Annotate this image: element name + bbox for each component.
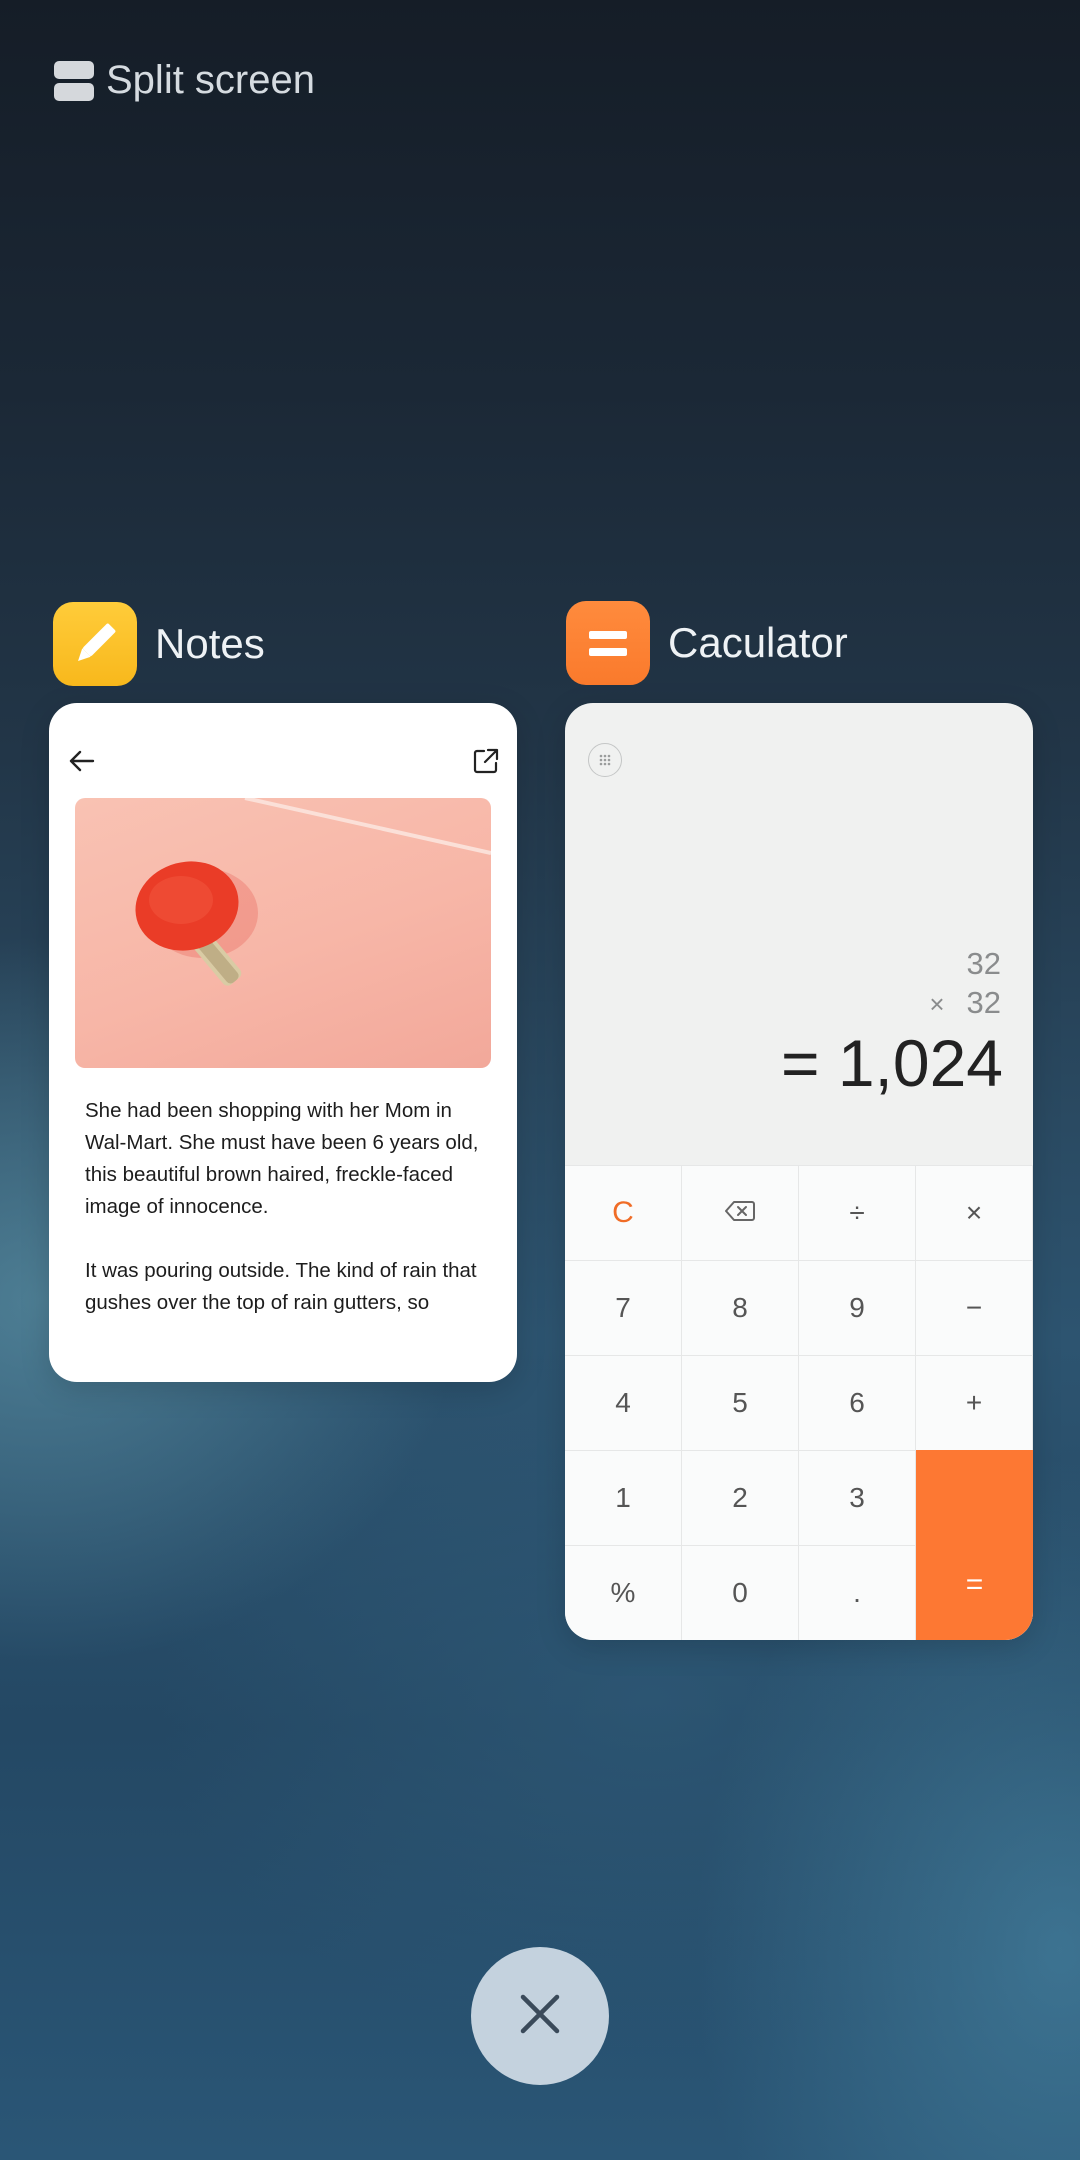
expression-line: × 32 xyxy=(929,985,1001,1021)
calculator-app-name: Caculator xyxy=(668,619,848,666)
ping-pong-paddle-image xyxy=(75,798,491,1068)
seven-key[interactable]: 7 xyxy=(565,1260,682,1355)
five-key[interactable]: 5 xyxy=(682,1355,799,1450)
operand-1: 32 xyxy=(966,946,1001,981)
split-screen-icon xyxy=(54,60,94,101)
calculator-keypad: C ÷ × 7 8 9 − 4 5 6 + 1 2 3 = % 0 . xyxy=(565,1165,1033,1640)
equals-key[interactable]: = xyxy=(916,1450,1033,1640)
clear-key[interactable]: C xyxy=(565,1165,682,1260)
dot-key[interactable]: . xyxy=(799,1545,916,1640)
percent-key[interactable]: % xyxy=(565,1545,682,1640)
notes-paragraph: It was pouring outside. The kind of rain… xyxy=(85,1259,477,1314)
divide-key[interactable]: ÷ xyxy=(799,1165,916,1260)
calculator-app-card[interactable]: 32 × 32 = 1,024 C ÷ × 7 8 9 − 4 5 6 + 1 2… xyxy=(565,703,1033,1640)
notes-app-card[interactable]: She had been shopping with her Mom in Wa… xyxy=(49,703,517,1382)
calculator-icon xyxy=(566,601,650,685)
operand-2: 32 xyxy=(966,985,1001,1020)
notes-app-header[interactable]: Notes xyxy=(53,602,265,686)
one-key[interactable]: 1 xyxy=(565,1450,682,1545)
operator: × xyxy=(929,989,945,1019)
multiply-key[interactable]: × xyxy=(916,1165,1033,1260)
plus-key[interactable]: + xyxy=(916,1355,1033,1450)
close-icon xyxy=(518,1992,562,2041)
share-icon[interactable] xyxy=(471,746,501,781)
notes-paragraph: She had been shopping with her Mom in Wa… xyxy=(85,1099,479,1218)
calculator-app-header[interactable]: Caculator xyxy=(566,601,848,685)
six-key[interactable]: 6 xyxy=(799,1355,916,1450)
three-key[interactable]: 3 xyxy=(799,1450,916,1545)
two-key[interactable]: 2 xyxy=(682,1450,799,1545)
close-all-button[interactable] xyxy=(471,1947,609,2085)
split-screen-button[interactable]: Split screen xyxy=(54,58,315,103)
notes-pencil-icon xyxy=(53,602,137,686)
zero-key[interactable]: 0 xyxy=(682,1545,799,1640)
minus-key[interactable]: − xyxy=(916,1260,1033,1355)
calculator-display: 32 × 32 = 1,024 xyxy=(565,703,1033,1165)
back-arrow-icon[interactable] xyxy=(67,746,97,781)
nine-key[interactable]: 9 xyxy=(799,1260,916,1355)
menu-dots-icon[interactable] xyxy=(588,743,622,777)
eight-key[interactable]: 8 xyxy=(682,1260,799,1355)
four-key[interactable]: 4 xyxy=(565,1355,682,1450)
split-screen-label: Split screen xyxy=(106,58,315,102)
notes-body[interactable]: She had been shopping with her Mom in Wa… xyxy=(85,1095,495,1351)
backspace-icon xyxy=(725,1197,755,1229)
notes-app-name: Notes xyxy=(155,620,265,667)
backspace-key[interactable] xyxy=(682,1165,799,1260)
result: = 1,024 xyxy=(780,1026,1003,1100)
